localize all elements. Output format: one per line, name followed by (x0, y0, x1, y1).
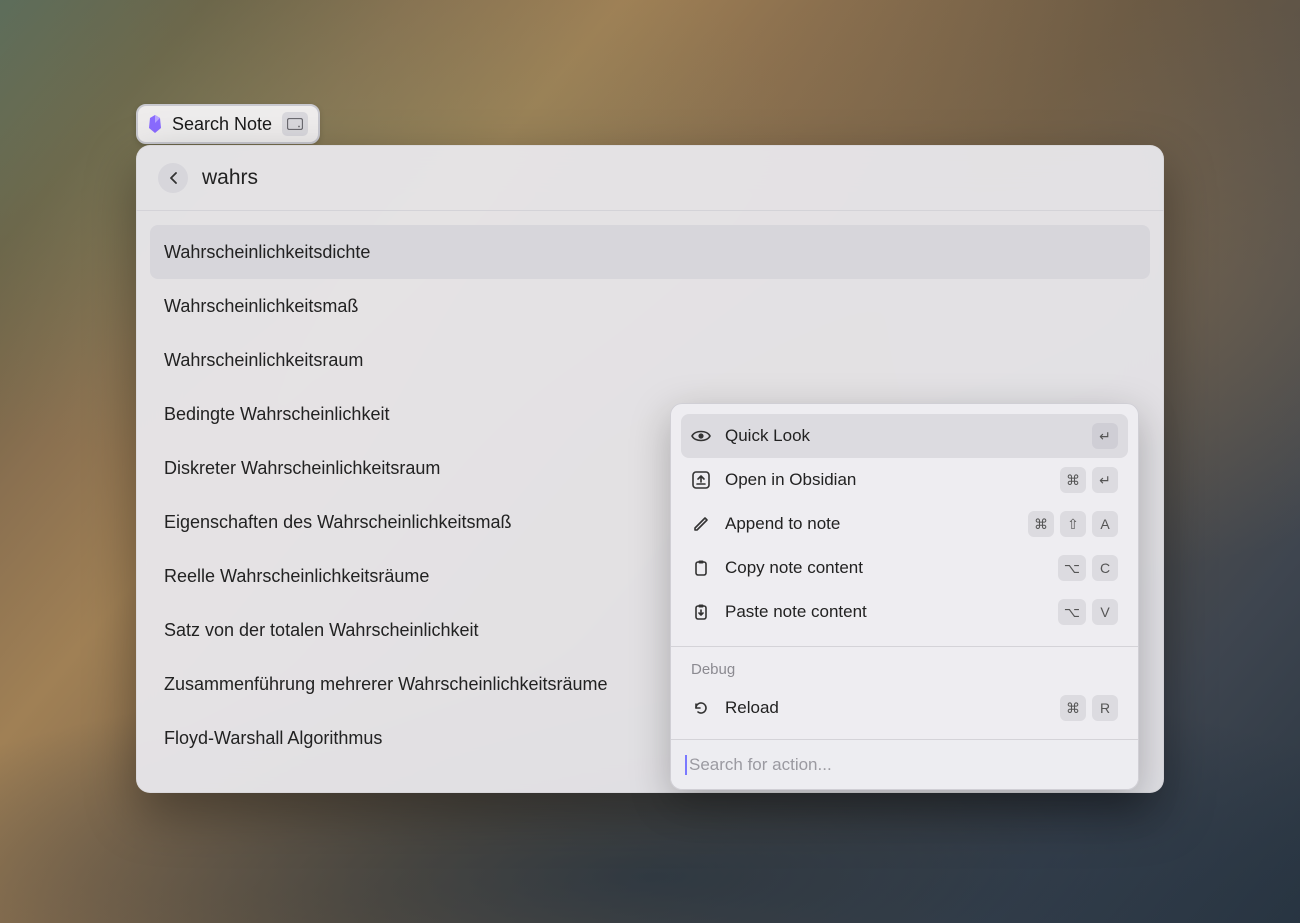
shortcut-keys: ⌘R (1060, 695, 1118, 721)
action-label: Open in Obsidian (725, 470, 1046, 490)
action-label: Append to note (725, 514, 1014, 534)
obsidian-icon (148, 115, 162, 133)
action-label: Paste note content (725, 602, 1044, 622)
key: ⌥ (1058, 555, 1086, 581)
pencil-icon (691, 515, 711, 533)
action-label: Reload (725, 698, 1046, 718)
result-title: Floyd-Warshall Algorithmus (164, 728, 382, 749)
action-item[interactable]: Paste note content ⌥V (681, 590, 1128, 634)
action-item[interactable]: Open in Obsidian ⌘↵ (681, 458, 1128, 502)
result-title: Bedingte Wahrscheinlichkeit (164, 404, 389, 425)
action-list: Quick Look↵Open in Obsidian⌘↵Append to n… (671, 404, 1138, 739)
key: ⌘ (1060, 695, 1086, 721)
key: ⌘ (1060, 467, 1086, 493)
search-row (136, 145, 1164, 211)
key: ↵ (1092, 423, 1118, 449)
divider (671, 646, 1138, 647)
result-title: Reelle Wahrscheinlichkeitsräume (164, 566, 429, 587)
key: C (1092, 555, 1118, 581)
action-search-row (671, 739, 1138, 789)
back-button[interactable] (158, 163, 188, 193)
action-search-input[interactable] (689, 755, 1124, 775)
shortcut-keys: ⌘⇧A (1028, 511, 1118, 537)
reload-icon (691, 699, 711, 717)
key: A (1092, 511, 1118, 537)
result-title: Wahrscheinlichkeitsraum (164, 350, 363, 371)
key: ⌘ (1028, 511, 1054, 537)
breadcrumb-label: Search Note (172, 114, 272, 135)
chevron-left-icon (169, 172, 178, 184)
result-title: Satz von der totalen Wahrscheinlichkeit (164, 620, 479, 641)
shortcut-keys: ↵ (1092, 423, 1118, 449)
action-item[interactable]: Append to note ⌘⇧A (681, 502, 1128, 546)
key: ⇧ (1060, 511, 1086, 537)
result-title: Diskreter Wahrscheinlichkeitsraum (164, 458, 440, 479)
result-item[interactable]: Wahrscheinlichkeitsdichte (150, 225, 1150, 279)
clipboard-copy-icon (691, 559, 711, 577)
key: V (1092, 599, 1118, 625)
search-input[interactable] (202, 166, 1142, 190)
result-title: Zusammenführung mehrerer Wahrscheinlichk… (164, 674, 608, 695)
result-item[interactable]: Wahrscheinlichkeitsraum (150, 333, 1150, 387)
result-title: Eigenschaften des Wahrscheinlichkeitsmaß (164, 512, 512, 533)
action-item[interactable]: Quick Look ↵ (681, 414, 1128, 458)
result-item[interactable]: Wahrscheinlichkeitsmaß (150, 279, 1150, 333)
action-panel: Quick Look↵Open in Obsidian⌘↵Append to n… (670, 403, 1139, 790)
open-external-icon (691, 471, 711, 489)
key: ⌥ (1058, 599, 1086, 625)
action-item[interactable]: Reload ⌘R (681, 686, 1128, 730)
result-title: Wahrscheinlichkeitsmaß (164, 296, 358, 317)
action-item[interactable]: Copy note content ⌥C (681, 546, 1128, 590)
text-caret (685, 755, 687, 775)
action-label: Quick Look (725, 426, 1078, 446)
shortcut-keys: ⌘↵ (1060, 467, 1118, 493)
clipboard-paste-icon (691, 603, 711, 621)
eye-icon (691, 429, 711, 443)
shortcut-keys: ⌥V (1058, 599, 1118, 625)
shortcut-keys: ⌥C (1058, 555, 1118, 581)
section-title-debug: Debug (681, 657, 1128, 686)
vault-icon (282, 112, 308, 136)
key: R (1092, 695, 1118, 721)
action-label: Copy note content (725, 558, 1044, 578)
breadcrumb[interactable]: Search Note (136, 104, 320, 144)
result-title: Wahrscheinlichkeitsdichte (164, 242, 370, 263)
key: ↵ (1092, 467, 1118, 493)
